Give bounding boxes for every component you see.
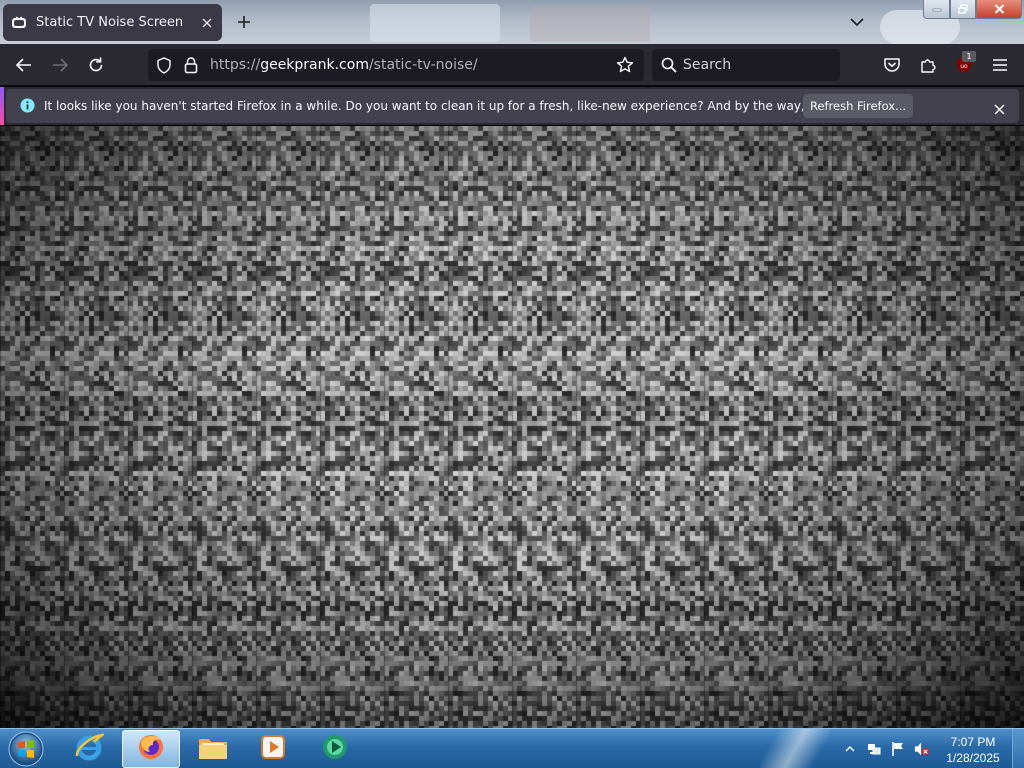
shield-icon[interactable] xyxy=(156,57,172,78)
svg-text:uo: uo xyxy=(960,63,968,70)
search-box[interactable]: Search xyxy=(652,49,840,81)
tv-favicon-icon xyxy=(11,15,27,31)
reload-icon[interactable] xyxy=(84,53,108,77)
url-prefix: https:// xyxy=(210,57,261,73)
ie-icon xyxy=(74,732,107,766)
notification-box: It looks like you haven't started Firefo… xyxy=(6,89,1019,123)
address-bar[interactable]: https://geekprank.com/static-tv-noise/ xyxy=(148,49,644,81)
static-noise-screen[interactable] xyxy=(0,126,1024,728)
folder-icon xyxy=(197,733,229,765)
green-app-icon xyxy=(320,732,350,766)
url-text: https://geekprank.com/static-tv-noise/ xyxy=(210,57,478,73)
extensions-puzzle-icon[interactable] xyxy=(916,53,940,77)
title-bar: Static TV Noise Screen xyxy=(0,0,1024,44)
clock-date: 1/28/2025 xyxy=(946,751,1000,765)
volume-muted-icon[interactable] xyxy=(914,741,930,757)
url-domain: geekprank.com xyxy=(260,57,369,73)
network-icon[interactable] xyxy=(866,741,882,757)
close-tab-icon[interactable] xyxy=(196,12,218,34)
bookmark-star-icon[interactable] xyxy=(616,56,634,78)
show-hidden-icons-arrow-icon[interactable] xyxy=(842,741,858,757)
pocket-icon[interactable] xyxy=(880,53,904,77)
taskbar: 7:07 PM 1/28/2025 xyxy=(0,728,1024,768)
taskbar-internet-explorer[interactable] xyxy=(60,730,118,768)
background-blur xyxy=(370,4,500,42)
system-clock[interactable]: 7:07 PM 1/28/2025 xyxy=(940,734,1006,766)
taskbar-green-app[interactable] xyxy=(306,730,364,768)
show-desktop-button[interactable] xyxy=(1012,729,1024,768)
notification-bar: It looks like you haven't started Firefo… xyxy=(0,87,1024,125)
new-tab-icon[interactable] xyxy=(233,11,255,33)
notification-message: It looks like you haven't started Firefo… xyxy=(44,99,900,113)
search-placeholder: Search xyxy=(683,57,732,73)
url-path: /static-tv-noise/ xyxy=(368,57,478,73)
taskbar-file-explorer[interactable] xyxy=(184,730,242,768)
extension-badge: 1 xyxy=(962,51,976,62)
close-window-button[interactable] xyxy=(976,0,1022,19)
media-player-icon xyxy=(259,733,287,765)
chevron-down-icon[interactable] xyxy=(846,11,868,33)
tab-static-tv-noise[interactable]: Static TV Noise Screen xyxy=(3,4,222,41)
start-button[interactable] xyxy=(4,730,48,768)
close-notification-icon[interactable] xyxy=(994,100,1005,119)
notification-accent xyxy=(0,87,4,125)
firefox-icon xyxy=(136,732,166,766)
taskbar-media-player[interactable] xyxy=(244,730,302,768)
info-icon xyxy=(20,98,35,117)
navigation-toolbar: https://geekprank.com/static-tv-noise/ S… xyxy=(0,44,1024,86)
window-controls xyxy=(923,0,1022,19)
lock-icon[interactable] xyxy=(184,56,198,78)
forward-arrow-icon[interactable] xyxy=(48,53,72,77)
hamburger-menu-icon[interactable] xyxy=(988,53,1012,77)
vignette-overlay xyxy=(0,126,1024,728)
action-center-flag-icon[interactable] xyxy=(890,741,906,757)
search-icon xyxy=(661,57,677,77)
back-arrow-icon[interactable] xyxy=(12,53,36,77)
minimize-button[interactable] xyxy=(923,0,950,19)
taskbar-glare xyxy=(760,729,830,768)
background-blur xyxy=(530,6,650,42)
clock-time: 7:07 PM xyxy=(950,735,996,749)
tab-title: Static TV Noise Screen xyxy=(36,15,184,30)
refresh-firefox-button[interactable]: Refresh Firefox... xyxy=(803,94,913,118)
taskbar-firefox[interactable] xyxy=(122,730,180,768)
restore-button[interactable] xyxy=(950,0,976,19)
